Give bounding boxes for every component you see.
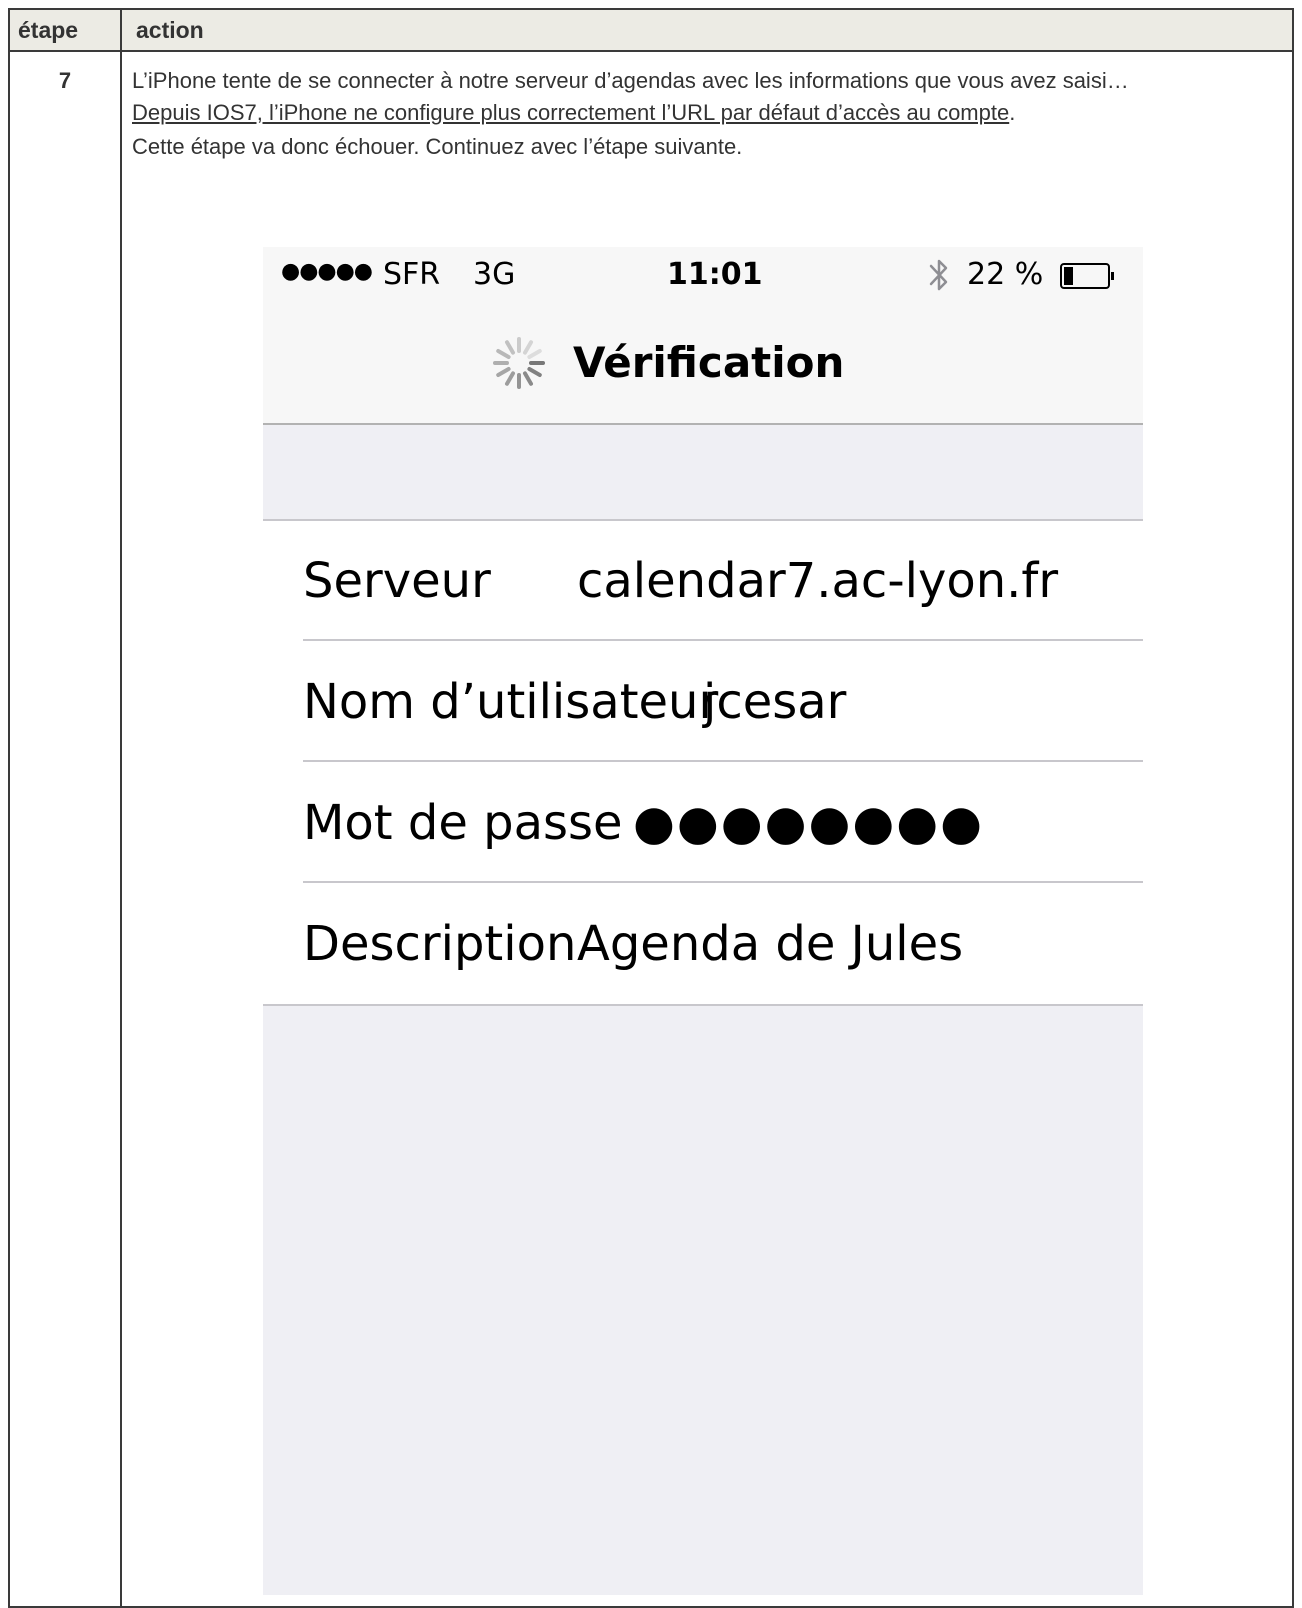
username-row[interactable]: Nom d’utilisateur jcesar	[303, 642, 1143, 762]
server-label: Serveur	[303, 553, 491, 609]
spinner-spoke	[523, 371, 533, 386]
header-action: action	[136, 17, 204, 43]
description-row[interactable]: Description Agenda de Jules	[303, 884, 1143, 1004]
signal-strength-icon: ●●●●●	[281, 259, 373, 284]
spinner-spoke	[505, 371, 515, 386]
nav-title: Vérification	[573, 338, 845, 387]
action-note: Depuis IOS7, l’iPhone ne configure plus …	[132, 100, 1282, 126]
phone-top-bar: ●●●●● SFR 3G 11:01 22 % Vérification	[263, 247, 1143, 425]
header-step: étape	[18, 17, 79, 43]
description-label: Description	[303, 916, 577, 972]
note-underlined-text: Depuis IOS7, l’iPhone ne configure plus …	[132, 100, 1010, 125]
activity-spinner-icon	[493, 337, 545, 389]
navigation-bar: Vérification	[263, 335, 1143, 389]
iphone-screenshot: ●●●●● SFR 3G 11:01 22 % Vérification Ser…	[263, 247, 1143, 1595]
battery-icon	[1060, 263, 1114, 289]
account-form: Serveur calendar7.ac-lyon.fr Nom d’utili…	[263, 519, 1143, 1006]
spinner-spoke	[496, 349, 511, 359]
step-number: 7	[58, 68, 72, 93]
username-label: Nom d’utilisateur	[303, 674, 719, 730]
server-field[interactable]: calendar7.ac-lyon.fr	[577, 551, 1058, 611]
server-row[interactable]: Serveur calendar7.ac-lyon.fr	[303, 521, 1143, 641]
action-line-3: Cette étape va donc échouer. Continuez a…	[132, 134, 743, 159]
password-field[interactable]: ●●●●●●●●	[633, 793, 984, 853]
status-bar: ●●●●● SFR 3G 11:01 22 %	[263, 247, 1143, 303]
column-divider	[120, 10, 122, 1606]
status-time: 11:01	[667, 257, 763, 292]
row-divider	[303, 881, 1143, 883]
spinner-spoke	[523, 340, 533, 355]
password-label: Mot de passe	[303, 795, 623, 851]
note-period: .	[1009, 100, 1016, 125]
spinner-spoke	[496, 367, 511, 377]
password-row[interactable]: Mot de passe ●●●●●●●●	[303, 763, 1143, 883]
spinner-spoke	[505, 340, 515, 355]
username-field[interactable]: jcesar	[703, 672, 846, 732]
row-divider	[303, 639, 1143, 641]
bluetooth-icon	[929, 259, 948, 291]
battery-percentage: 22 %	[967, 257, 1044, 292]
action-line-1: L’iPhone tente de se connecter à notre s…	[132, 68, 1129, 93]
row-divider	[303, 760, 1143, 762]
carrier-name: SFR	[383, 257, 441, 292]
spinner-spoke	[527, 349, 542, 359]
section-spacer	[263, 425, 1143, 519]
spinner-spoke	[527, 367, 542, 377]
table-header-row: étape action	[10, 10, 1292, 52]
description-field[interactable]: Agenda de Jules	[577, 914, 963, 974]
network-type: 3G	[473, 257, 516, 292]
action-cell: L’iPhone tente de se connecter à notre s…	[132, 68, 1282, 160]
